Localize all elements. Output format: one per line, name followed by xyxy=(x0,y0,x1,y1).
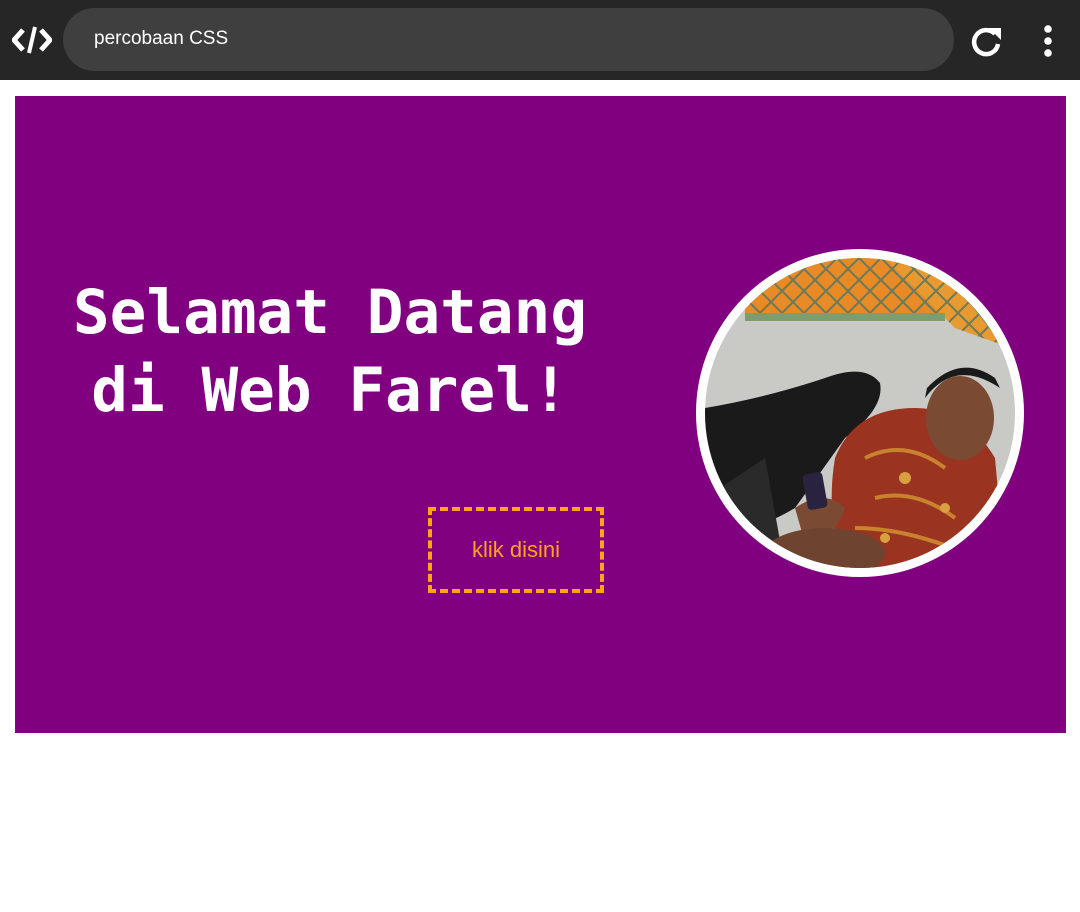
headline-line1: Selamat Datang xyxy=(72,277,588,348)
url-bar[interactable]: percobaan CSS xyxy=(63,8,954,71)
headline-di: di xyxy=(91,355,165,426)
profile-photo-frame xyxy=(696,249,1024,577)
kebab-menu-icon[interactable] xyxy=(1036,24,1060,58)
profile-photo xyxy=(705,258,1015,568)
page-title: percobaan CSS xyxy=(94,28,229,49)
reload-icon[interactable] xyxy=(968,24,1004,60)
klik-disini-button[interactable]: klik disini xyxy=(428,507,604,593)
hero-banner: Selamat Datang di Web Farel! klik disini xyxy=(15,96,1066,733)
browser-toolbar: percobaan CSS xyxy=(0,0,1080,80)
headline-web-farel: Web Farel! xyxy=(201,355,569,426)
hero-headline: Selamat Datang di Web Farel! xyxy=(15,274,645,430)
code-slash-icon[interactable] xyxy=(12,24,52,56)
